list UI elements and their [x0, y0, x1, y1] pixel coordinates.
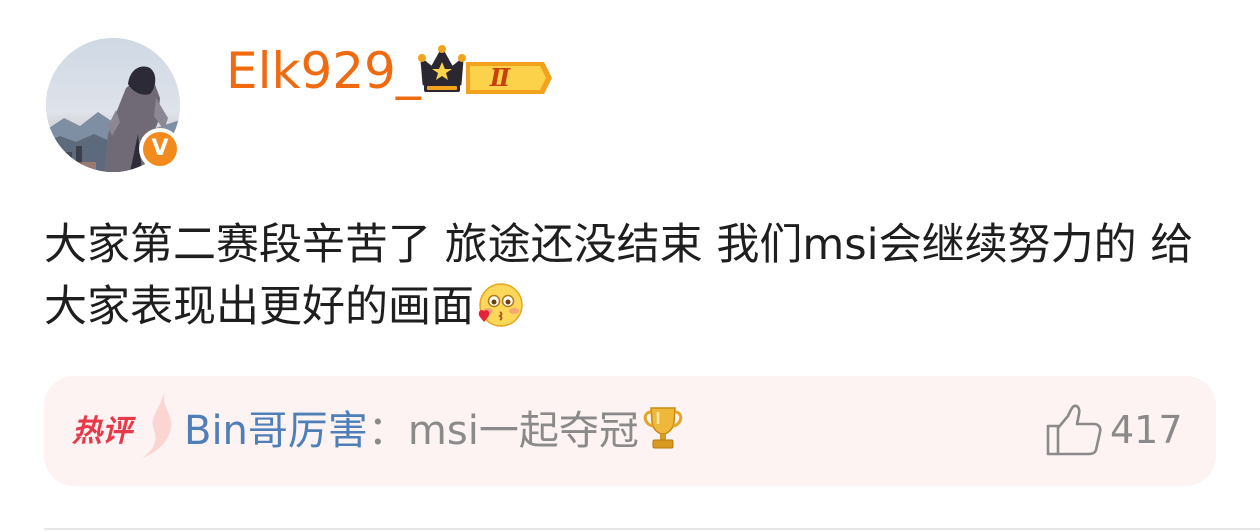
divider [44, 528, 1260, 530]
post-text: 大家第二赛段辛苦了 旅途还没结束 我们msi会继续努力的 给大家表现出更好的画面 [44, 214, 1224, 346]
avatar[interactable]: V [46, 38, 182, 174]
crown-vip-badge-icon[interactable]: Ⅱ [418, 44, 554, 100]
flame-icon [142, 388, 172, 458]
hot-comment-card[interactable]: 热评 Bin哥厉害：msi一起夺冠 417 [44, 376, 1216, 486]
comment-text: Bin哥厉害：msi一起夺冠 [184, 402, 685, 466]
vip-level: Ⅱ [489, 63, 511, 92]
like-count: 417 [1110, 408, 1183, 452]
blushing-kiss-emoji-icon [476, 281, 524, 346]
username[interactable]: Elk929_ [226, 40, 421, 102]
verified-v-icon: V [139, 128, 181, 170]
trophy-icon [641, 404, 685, 466]
comment-author[interactable]: Bin哥厉害 [184, 408, 368, 454]
comment-colon: ： [367, 408, 408, 454]
comment-body: msi一起夺冠 [407, 408, 639, 454]
hot-comment-label: 热评 [72, 414, 132, 449]
post-text-content: 大家第二赛段辛苦了 旅途还没结束 我们msi会继续努力的 给大家表现出更好的画面 [44, 220, 1194, 332]
thumbs-up-icon [1046, 404, 1102, 456]
